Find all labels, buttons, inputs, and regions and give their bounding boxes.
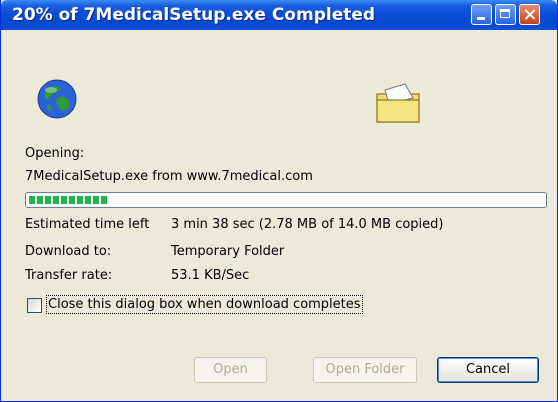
transfer-rate-label: Transfer rate: [25, 268, 113, 283]
close-icon[interactable] [519, 4, 540, 25]
opening-label: Opening: [25, 146, 85, 161]
close-when-done-label[interactable]: Close this dialog box when download comp… [46, 295, 363, 314]
cancel-button[interactable]: Cancel [437, 357, 539, 383]
progress-segment [53, 196, 59, 204]
progress-segment [85, 196, 91, 204]
progress-segment [77, 196, 83, 204]
open-button[interactable]: Open [194, 357, 267, 383]
progress-segment [101, 196, 107, 204]
progress-segment [61, 196, 67, 204]
file-source-text: 7MedicalSetup.exe from www.7medical.com [25, 169, 313, 184]
progress-segment [69, 196, 75, 204]
progress-segment [93, 196, 99, 204]
progress-segment [37, 196, 43, 204]
window-title: 20% of 7MedicalSetup.exe Completed [12, 5, 376, 25]
minimize-icon[interactable] [471, 4, 492, 25]
progress-segment [45, 196, 51, 204]
progress-segment [29, 196, 35, 204]
time-left-value: 3 min 38 sec (2.78 MB of 14.0 MB copied) [171, 217, 444, 232]
globe-icon [37, 79, 77, 119]
open-folder-button[interactable]: Open Folder [313, 357, 417, 383]
title-bar[interactable]: 20% of 7MedicalSetup.exe Completed [1, 0, 557, 30]
folder-icon [376, 83, 420, 123]
download-progress-bar [25, 192, 547, 208]
maximize-icon[interactable] [495, 4, 516, 25]
time-left-label: Estimated time left [25, 217, 150, 232]
download-to-value: Temporary Folder [171, 244, 285, 259]
download-to-label: Download to: [25, 244, 112, 259]
close-when-done-checkbox[interactable] [27, 298, 42, 313]
download-dialog: 20% of 7MedicalSetup.exe Completed Openi… [0, 0, 558, 402]
transfer-rate-value: 53.1 KB/Sec [171, 268, 250, 283]
